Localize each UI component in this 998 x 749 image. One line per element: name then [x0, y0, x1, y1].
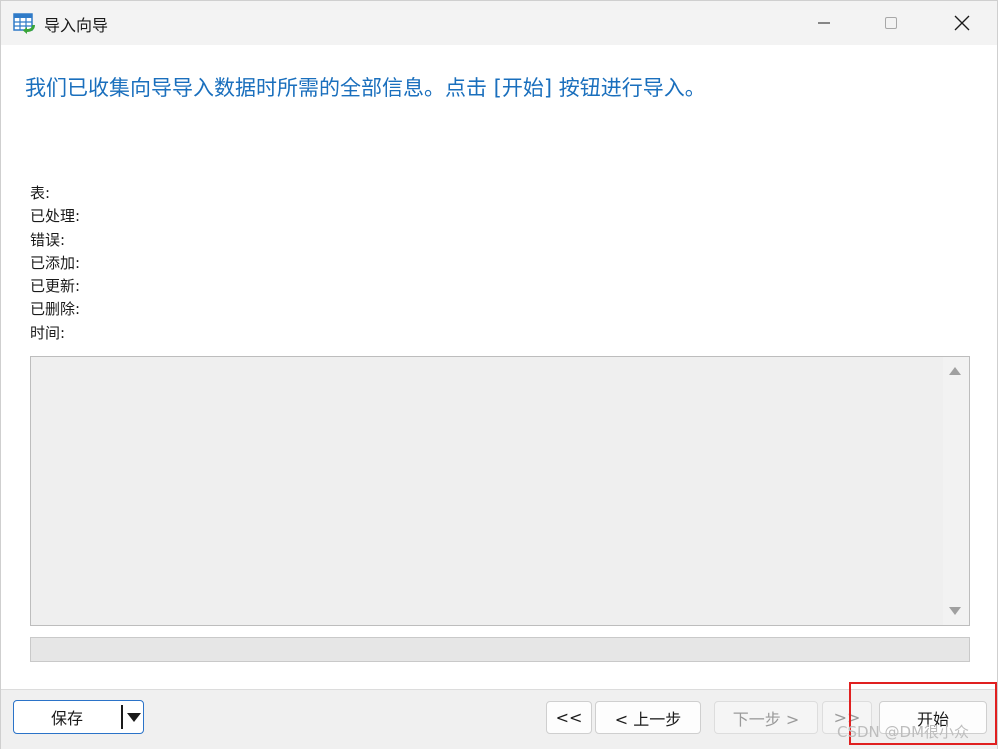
summary-label: 表:	[30, 184, 51, 202]
import-progress-bar	[30, 637, 970, 662]
scroll-up-arrow-icon[interactable]	[949, 367, 961, 375]
first-step-button[interactable]: <<	[546, 701, 592, 734]
wizard-headline: 我们已收集向导导入数据时所需的全部信息。点击 [开始] 按钮进行导入。	[25, 76, 706, 100]
summary-label: 已更新:	[30, 277, 81, 296]
previous-step-button[interactable]: < 上一步	[595, 701, 701, 734]
summary-label: 已添加:	[30, 253, 81, 272]
summary-row-processed: 已处理:	[30, 205, 86, 228]
close-icon	[954, 15, 970, 31]
next-step-button[interactable]: 下一步 >	[714, 701, 818, 734]
summary-row-updated: 已更新:	[30, 275, 86, 298]
log-scrollbar[interactable]	[943, 357, 969, 625]
summary-label: 已删除:	[30, 300, 81, 319]
summary-row-table: 表:	[30, 182, 86, 205]
summary-row-time: 时间:	[30, 322, 86, 345]
table-import-icon	[13, 12, 37, 34]
save-dropdown-button[interactable]	[124, 701, 143, 733]
summary-label: 已处理:	[30, 207, 81, 226]
watermark: CSDN @DM很小众	[837, 723, 970, 741]
split-divider	[121, 705, 123, 729]
import-log-textarea[interactable]	[30, 356, 970, 626]
maximize-button[interactable]	[868, 1, 914, 45]
summary-label: 时间:	[30, 323, 66, 342]
summary-row-added: 已添加:	[30, 252, 86, 275]
minimize-icon	[818, 22, 830, 24]
minimize-button[interactable]	[801, 1, 847, 45]
import-wizard-window: 导入向导 我们已收集向导导入数据时所需的全部信息。点击 [开始] 按钮进行导入。…	[0, 0, 998, 749]
caret-down-icon	[126, 712, 141, 722]
maximize-icon	[885, 17, 897, 29]
window-title: 导入向导	[44, 16, 109, 35]
close-button[interactable]	[939, 1, 985, 45]
title-bar[interactable]: 导入向导	[1, 1, 997, 45]
save-button[interactable]: 保存	[14, 701, 120, 733]
import-summary: 表: 已处理: 错误: 已添加: 已更新: 已删除: 时间:	[30, 182, 86, 345]
save-split-button[interactable]: 保存	[13, 700, 144, 734]
scroll-down-arrow-icon[interactable]	[949, 607, 961, 615]
summary-row-deleted: 已删除:	[30, 298, 86, 321]
summary-label: 错误:	[30, 230, 66, 249]
summary-row-errors: 错误:	[30, 229, 86, 252]
